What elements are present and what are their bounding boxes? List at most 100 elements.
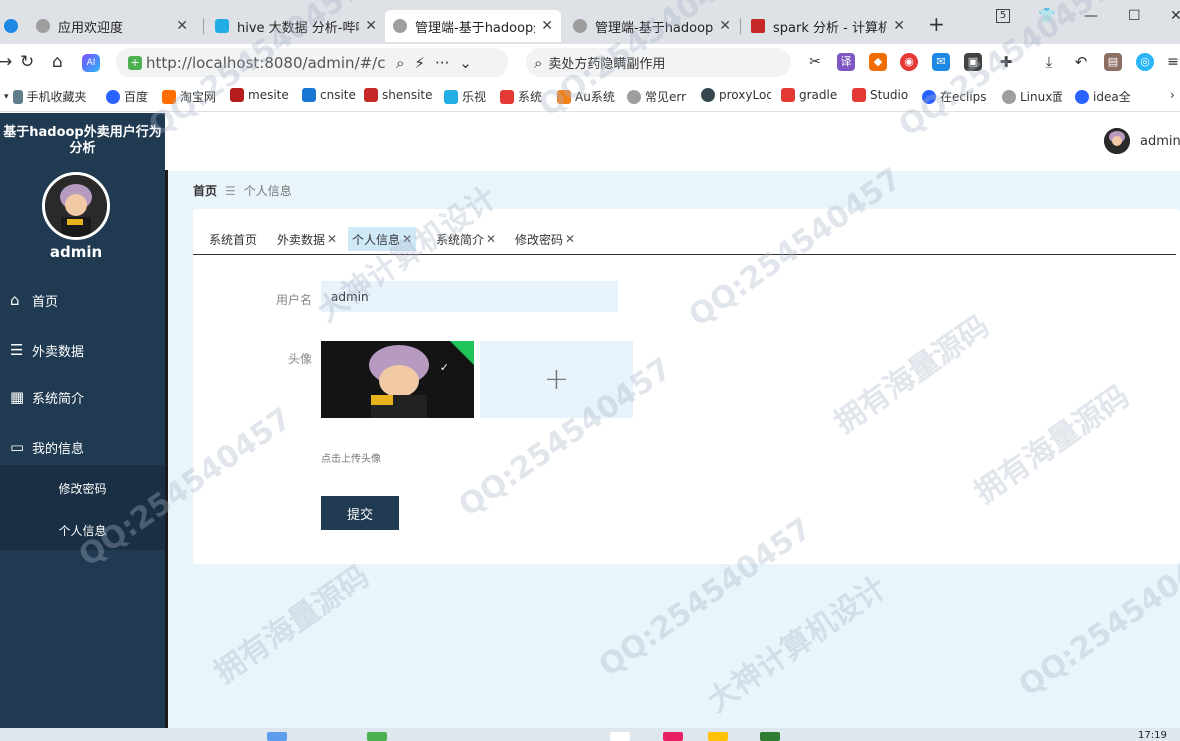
forward-icon[interactable]: → <box>0 52 12 72</box>
top-avatar[interactable] <box>1104 128 1130 154</box>
username-field[interactable] <box>321 281 618 312</box>
bookmark-item[interactable]: 系统 <box>500 88 542 105</box>
avatar-image <box>45 175 107 237</box>
taskbar-app-icon[interactable] <box>367 732 387 741</box>
taskbar-app-icon[interactable] <box>610 732 630 741</box>
avatar-upload-button[interactable]: + <box>480 341 633 418</box>
close-icon[interactable]: ✕ <box>327 232 337 246</box>
tab-system-home[interactable]: 系统首页 <box>205 227 261 251</box>
menu-item-system-intro[interactable]: ▦ 系统简介 <box>0 375 165 419</box>
address-bar[interactable]: + http://localhost:8080/admin/#/center ⌕… <box>116 48 508 77</box>
taskbar-clock[interactable]: 17:19 <box>1138 730 1167 741</box>
bookmark-item[interactable]: ▾ 手机收藏夹 <box>4 88 87 105</box>
menu-icon[interactable]: ≡ <box>1164 53 1180 71</box>
menu-item-my-info[interactable]: ▭ 我的信息 <box>0 425 165 469</box>
tab-system-intro[interactable]: 系统简介 ✕ <box>432 227 500 251</box>
bookmarks-bar: ▾ 手机收藏夹 百度 淘宝网 mesite cnsite shensite 乐视 … <box>0 82 1180 112</box>
csdn-icon <box>500 89 514 104</box>
search-icon[interactable]: ⌕ <box>396 54 404 72</box>
download-icon[interactable]: ⤓ <box>1040 53 1058 71</box>
browser-tab-active[interactable]: 管理端-基于hadoop外 ✕ <box>385 10 561 42</box>
taskbar-app-icon[interactable] <box>663 732 683 741</box>
submenu-item-profile[interactable]: 个人信息 <box>0 522 165 539</box>
list-icon: ☰ <box>10 341 24 359</box>
taskbar-app-icon[interactable] <box>267 732 287 741</box>
uploaded-avatar[interactable]: ✓ <box>321 341 474 418</box>
upload-success-badge <box>450 341 474 365</box>
bookmark-item[interactable]: Linux面 <box>1002 88 1062 105</box>
bookmark-item[interactable]: cnsite <box>302 88 356 102</box>
taskbar-app-icon[interactable] <box>760 732 780 741</box>
minimize-icon[interactable]: — <box>1084 8 1098 24</box>
breadcrumb-home[interactable]: 首页 <box>193 182 217 199</box>
weibo-icon[interactable]: ◉ <box>900 53 918 71</box>
breadcrumb-current: 个人信息 <box>243 184 292 198</box>
bookmark-item[interactable]: 百度 <box>106 88 148 105</box>
ai-icon[interactable]: AI <box>82 54 100 72</box>
close-icon[interactable]: ✕ <box>176 18 188 34</box>
shirt-icon[interactable]: 👕 <box>1038 8 1055 24</box>
square-extension-icon[interactable]: ▣ <box>964 53 982 71</box>
bookmark-item[interactable]: 乐视 <box>444 88 486 105</box>
close-icon[interactable]: ✕ <box>402 232 412 246</box>
tv-icon <box>444 89 458 104</box>
main-content: 首页 ☰ 个人信息 系统首页 外卖数据 ✕ 个人信息 ✕ 系统简介 ✕ 修改密码 ✕ 用… <box>168 171 1180 728</box>
search-box[interactable]: ⌕ <box>526 48 791 77</box>
close-icon[interactable]: ✕ <box>893 18 905 34</box>
url-text[interactable]: http://localhost:8080/admin/#/center <box>146 54 386 72</box>
menu-item-takeout-data[interactable]: ☰ 外卖数据 <box>0 328 165 372</box>
home-browser-icon[interactable]: ⌂ <box>52 52 63 72</box>
undo-icon[interactable]: ↶ <box>1072 53 1090 71</box>
puzzle-icon[interactable]: ✚ <box>997 53 1015 71</box>
bookmark-item[interactable]: 在eclipse <box>922 88 986 105</box>
browser-tab[interactable]: 应用欢迎度 ✕ <box>0 10 196 42</box>
chevron-down-icon[interactable]: ⌄ <box>459 54 472 72</box>
bookmark-item[interactable]: shensite <box>364 88 433 102</box>
translate-icon[interactable]: 译 <box>837 53 855 71</box>
browser-tab-title: 管理端-基于hadoop外 <box>595 20 714 36</box>
browser-tab[interactable]: 管理端-基于hadoop外 ✕ <box>565 10 739 42</box>
tab-count-badge[interactable]: 5 <box>996 9 1010 23</box>
tab-profile[interactable]: 个人信息 ✕ <box>348 227 417 251</box>
browser-tab[interactable]: spark 分析 - 计算机毕 ✕ <box>743 10 913 42</box>
submenu-item-change-password[interactable]: 修改密码 <box>0 480 165 497</box>
close-icon[interactable]: ✕ <box>719 18 731 34</box>
tab-separator <box>203 18 204 34</box>
lightning-icon[interactable]: ⚡ <box>414 54 425 72</box>
browser-tab[interactable]: hive 大数据 分析-哔哩 ✕ <box>207 10 385 42</box>
browser-tab-title: 应用欢迎度 <box>58 20 124 36</box>
submit-button[interactable]: 提交 <box>321 496 399 530</box>
bookmark-item[interactable]: gradle <box>781 88 839 102</box>
bookmark-item[interactable]: Au系统 <box>557 88 615 105</box>
mail-icon[interactable]: ✉ <box>932 53 950 71</box>
bookmark-item[interactable]: 淘宝网 <box>162 88 216 105</box>
search-input[interactable] <box>548 55 769 70</box>
close-window-icon[interactable]: ✕ <box>1170 8 1180 24</box>
close-icon[interactable]: ✕ <box>565 232 575 246</box>
menu-item-home[interactable]: ⌂ 首页 <box>0 278 165 322</box>
sidebar-username: admin <box>49 243 103 261</box>
site-icon <box>364 88 378 102</box>
tab-change-password[interactable]: 修改密码 ✕ <box>511 227 579 251</box>
bookmark-item[interactable]: 常见err <box>627 88 687 105</box>
more-icon[interactable]: ··· <box>435 54 449 72</box>
more-bookmarks-icon[interactable]: › <box>1170 88 1175 102</box>
top-username[interactable]: admin <box>1140 134 1180 149</box>
new-tab-button[interactable]: + <box>928 12 945 36</box>
fox-extension-icon[interactable]: ◆ <box>869 53 887 71</box>
maximize-icon[interactable]: ☐ <box>1128 8 1141 24</box>
bookmark-item[interactable]: Studio <box>852 88 910 102</box>
bookmark-item[interactable]: proxyLoc <box>701 88 771 102</box>
avatar[interactable] <box>42 172 110 240</box>
close-icon[interactable]: ✕ <box>541 18 553 34</box>
close-icon[interactable]: ✕ <box>365 18 377 34</box>
briefcase-icon[interactable]: ▤ <box>1104 53 1122 71</box>
browser-profile-icon[interactable]: ◎ <box>1136 53 1154 71</box>
scissors-icon[interactable]: ✂ <box>806 53 824 71</box>
taskbar-app-icon[interactable] <box>708 732 728 741</box>
tab-takeout-data[interactable]: 外卖数据 ✕ <box>273 227 341 251</box>
bookmark-item[interactable]: idea全 <box>1075 88 1133 105</box>
close-icon[interactable]: ✕ <box>486 232 496 246</box>
bookmark-item[interactable]: mesite <box>230 88 289 102</box>
reload-icon[interactable]: ↻ <box>20 52 34 72</box>
